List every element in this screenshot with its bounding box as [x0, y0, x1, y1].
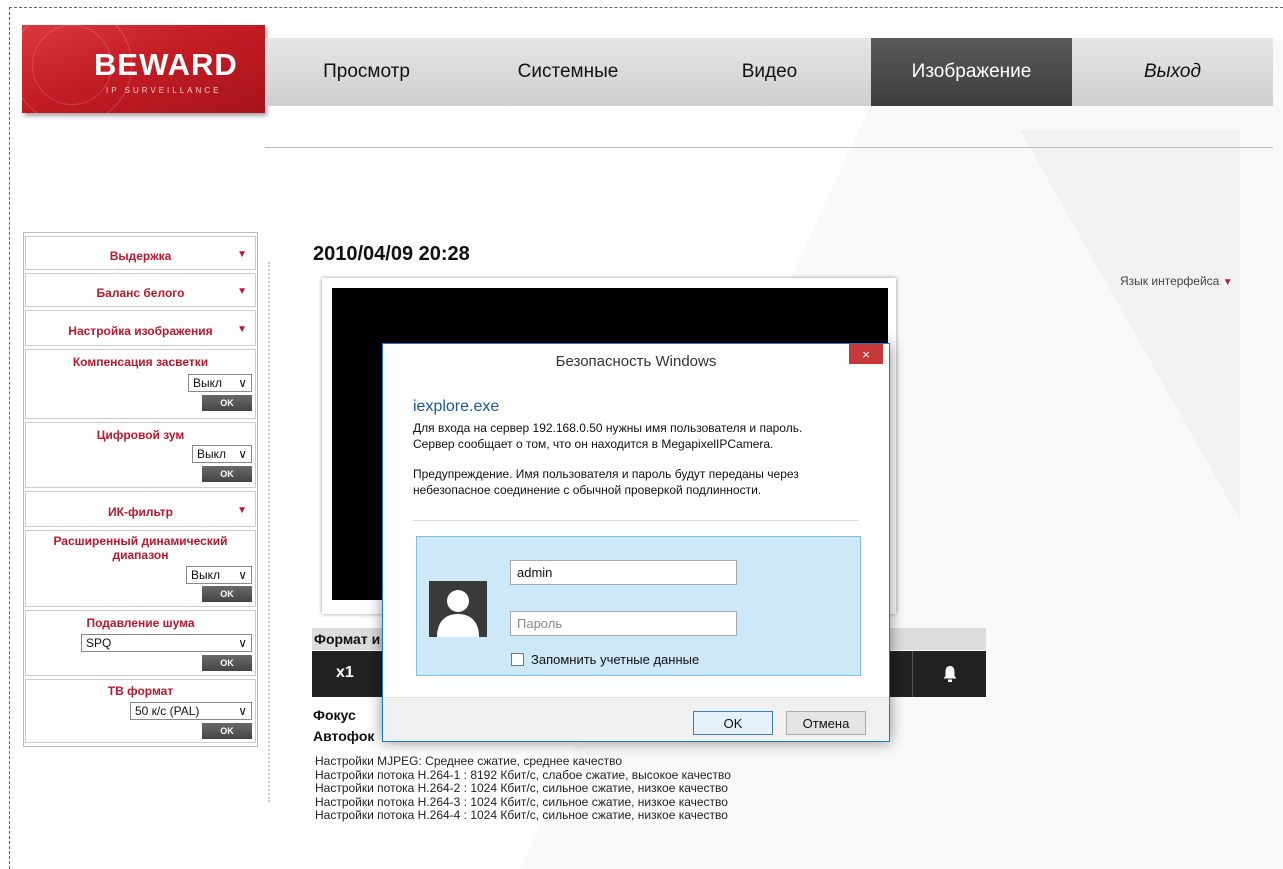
digital-zoom-ok-button[interactable]: OK	[202, 466, 252, 482]
language-selector[interactable]: Язык интерфейса ▼	[1120, 274, 1233, 288]
digital-zoom-select[interactable]: Выкл ∨	[192, 445, 252, 463]
wdr-value: Выкл	[191, 568, 221, 582]
beward-logo[interactable]: BEWARD IP SURVEILLANCE	[22, 25, 265, 113]
focus-label: Фокус	[313, 707, 356, 723]
format-label: Формат и	[314, 631, 381, 647]
expand-arrow-icon: ▼	[237, 324, 247, 335]
dialog-app-name: iexplore.exe	[413, 398, 500, 415]
chevron-down-icon: ∨	[238, 704, 247, 718]
password-field[interactable]: Пароль	[510, 611, 737, 636]
backlight-section: Компенсация засветки Выкл ∨ OK	[25, 349, 256, 419]
dialog-message: Для входа на сервер 192.168.0.50 нужны и…	[413, 421, 873, 498]
username-field[interactable]: admin	[510, 560, 737, 585]
zoom-x1-button[interactable]: x1	[336, 664, 354, 682]
close-button[interactable]: ×	[849, 344, 883, 364]
digital-zoom-section: Цифровой зум Выкл ∨ OK	[25, 422, 256, 488]
noise-reduction-ok-button[interactable]: OK	[202, 655, 252, 671]
stream-settings-line: Настройки потока H.264-2 : 1024 Кбит/с, …	[315, 781, 728, 795]
noise-reduction-section: Подавление шума SPQ ∨ OK	[25, 610, 256, 676]
chevron-down-icon: ∨	[238, 568, 247, 582]
backlight-label: Компенсация засветки	[72, 355, 209, 369]
expand-arrow-icon: ▼	[237, 286, 247, 297]
logo-tagline: IP SURVEILLANCE	[106, 86, 222, 95]
nav-system[interactable]: Системные	[468, 38, 668, 106]
exposure-label: Выдержка	[109, 249, 172, 263]
close-icon: ×	[862, 346, 870, 362]
backlight-select[interactable]: Выкл ∨	[188, 374, 252, 392]
chevron-down-icon: ∨	[238, 636, 247, 650]
credentials-panel: admin Пароль Запомнить учетные данные	[416, 536, 861, 676]
stream-settings-line: Настройки потока H.264-4 : 1024 Кбит/с, …	[315, 808, 728, 822]
stream-settings-line: Настройки потока H.264-3 : 1024 Кбит/с, …	[315, 794, 728, 809]
digital-zoom-value: Выкл	[197, 447, 227, 461]
noise-reduction-select[interactable]: SPQ ∨	[81, 634, 252, 652]
wdr-select[interactable]: Выкл ∨	[186, 566, 252, 584]
bell-icon	[943, 666, 956, 682]
wdr-ok-button[interactable]: OK	[202, 586, 252, 602]
dialog-message-line: Сервер сообщает о том, что он находится …	[413, 436, 774, 451]
wdr-label: Расширенный динамический диапазон	[26, 534, 255, 562]
noise-reduction-label: Подавление шума	[86, 616, 195, 630]
wdr-label-line1: Расширенный динамический	[53, 534, 228, 548]
backlight-value: Выкл	[193, 376, 223, 390]
ok-button[interactable]: OK	[693, 711, 773, 735]
stream-settings-line: Настройки потока H.264-1 : 8192 Кбит/с, …	[315, 767, 731, 782]
noise-reduction-value: SPQ	[86, 636, 112, 650]
ir-filter-section[interactable]: ИК-фильтр ▼	[25, 491, 256, 527]
language-label: Язык интерфейса	[1120, 274, 1220, 288]
expand-arrow-icon: ▼	[237, 505, 247, 516]
nav-logout[interactable]: Выход	[1072, 38, 1273, 106]
image-settings-label: Настройка изображения	[68, 324, 213, 338]
expand-arrow-icon: ▼	[237, 249, 247, 260]
nav-view[interactable]: Просмотр	[265, 38, 468, 106]
chevron-down-icon: ∨	[238, 376, 247, 390]
logo-brand: BEWARD	[94, 47, 238, 82]
settings-sidebar: Выдержка ▼ Баланс белого ▼ Настройка изо…	[23, 232, 258, 747]
tv-format-select[interactable]: 50 к/с (PAL) ∨	[130, 702, 252, 720]
dialog-message-line: Для входа на сервер 192.168.0.50 нужны и…	[413, 421, 803, 435]
camera-datetime: 2010/04/09 20:28	[313, 243, 470, 265]
remember-label: Запомнить учетные данные	[531, 652, 700, 667]
digital-zoom-label: Цифровой зум	[96, 428, 185, 442]
nav-image[interactable]: Изображение	[871, 38, 1072, 106]
backlight-ok-button[interactable]: OK	[202, 395, 252, 411]
dialog-warning-line: Предупреждение. Имя пользователя и парол…	[413, 467, 799, 481]
tv-format-value: 50 к/с (PAL)	[135, 704, 200, 718]
dialog-warning-line: небезопасное соединение с обычной провер…	[413, 482, 762, 497]
header-divider	[265, 147, 1273, 148]
ir-filter-label: ИК-фильтр	[108, 505, 173, 519]
sidebar-divider	[268, 262, 270, 802]
user-avatar-icon	[429, 581, 487, 637]
image-settings-section[interactable]: Настройка изображения ▼	[25, 310, 256, 346]
wdr-label-line2: диапазон	[112, 548, 169, 562]
white-balance-section[interactable]: Баланс белого ▼	[25, 273, 256, 307]
white-balance-label: Баланс белого	[96, 286, 185, 300]
alarm-button[interactable]	[912, 651, 986, 697]
wdr-section: Расширенный динамический диапазон Выкл ∨ …	[25, 530, 256, 607]
main-nav: Просмотр Системные Видео Изображение Вых…	[265, 38, 1273, 106]
tv-format-section: ТВ формат 50 к/с (PAL) ∨ OK	[25, 679, 256, 743]
stream-settings-line: Настройки MJPEG: Среднее сжатие, среднее…	[315, 754, 623, 768]
dialog-title: Безопасность Windows	[555, 353, 717, 370]
stream-settings-list: Настройки MJPEG: Среднее сжатие, среднее…	[315, 754, 731, 823]
dialog-divider	[413, 520, 859, 521]
tv-format-label: ТВ формат	[107, 684, 174, 698]
remember-checkbox[interactable]	[511, 653, 524, 666]
exposure-section[interactable]: Выдержка ▼	[25, 236, 256, 270]
tv-format-ok-button[interactable]: OK	[202, 723, 252, 739]
windows-security-dialog: Безопасность Windows × iexplore.exe Для …	[382, 343, 890, 742]
dialog-footer: OK Отмена	[383, 697, 889, 741]
nav-video[interactable]: Видео	[668, 38, 871, 106]
autofocus-label: Автофок	[313, 728, 375, 744]
remember-credentials[interactable]: Запомнить учетные данные	[511, 652, 699, 667]
dialog-titlebar[interactable]: Безопасность Windows ×	[383, 344, 889, 377]
cancel-button[interactable]: Отмена	[786, 711, 866, 735]
chevron-down-icon: ∨	[238, 447, 247, 461]
dropdown-arrow-icon: ▼	[1222, 277, 1233, 288]
